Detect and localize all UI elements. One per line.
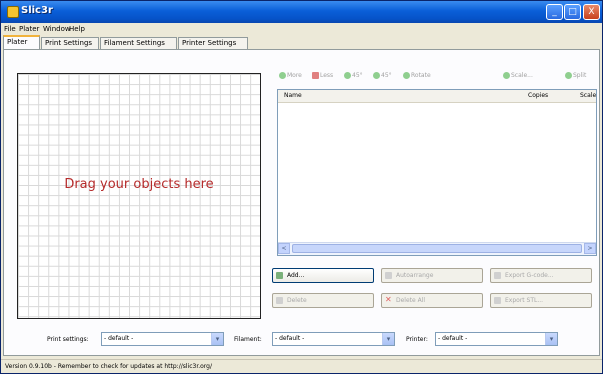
list-header: Name Copies Scale	[278, 90, 596, 103]
rotate-right-label: 45°	[381, 72, 392, 79]
filament-label: Filament:	[234, 336, 262, 343]
delete-all-button[interactable]: ✕ Delete All	[381, 293, 483, 308]
scale-label: Scale...	[511, 72, 533, 79]
export-gcode-label: Export G-code...	[505, 272, 554, 279]
menu-plater[interactable]: Plater	[19, 25, 39, 33]
export-gcode-icon	[494, 272, 501, 279]
less-label: Less	[320, 72, 334, 79]
status-text: Version 0.9.10b - Remember to check for …	[5, 363, 213, 370]
window-title: Slic3r	[21, 5, 53, 16]
printer-label: Printer:	[406, 336, 428, 343]
maximize-button[interactable]: □	[564, 4, 581, 20]
scale-button[interactable]: Scale...	[503, 69, 533, 82]
scrollbar-thumb[interactable]	[292, 244, 582, 253]
print-settings-value: - default -	[104, 335, 134, 342]
tab-print-settings[interactable]: Print Settings	[41, 37, 99, 49]
split-button[interactable]: Split	[565, 69, 586, 82]
tab-plater[interactable]: Plater	[3, 35, 40, 50]
plus-icon	[279, 72, 286, 79]
add-button[interactable]: Add...	[272, 268, 374, 283]
object-toolbar: More Less 45° 45° Rotate Scale... Split	[277, 69, 597, 83]
printer-value: - default -	[438, 335, 468, 342]
export-stl-button[interactable]: Export STL...	[490, 293, 592, 308]
printer-select[interactable]: - default - ▾	[435, 332, 558, 346]
autoarrange-button[interactable]: Autoarrange	[381, 268, 483, 283]
filament-select[interactable]: - default - ▾	[272, 332, 395, 346]
split-label: Split	[573, 72, 587, 79]
chevron-down-icon[interactable]: ▾	[382, 333, 394, 345]
rotate-right-button[interactable]: 45°	[373, 69, 392, 82]
add-icon	[276, 272, 283, 279]
more-button[interactable]: More	[279, 69, 302, 82]
delete-all-icon: ✕	[385, 295, 392, 304]
rotate-label: Rotate	[411, 72, 431, 79]
print-settings-label: Print settings:	[47, 336, 89, 343]
drag-objects-message: Drag your objects here	[64, 177, 214, 192]
autoarrange-icon	[385, 272, 392, 279]
delete-icon	[276, 297, 283, 304]
rotate-left-button[interactable]: 45°	[344, 69, 363, 82]
filament-value: - default -	[275, 335, 305, 342]
export-stl-label: Export STL...	[505, 297, 544, 304]
delete-button[interactable]: Delete	[272, 293, 374, 308]
rotate-left-label: 45°	[352, 72, 363, 79]
column-name[interactable]: Name	[284, 90, 302, 102]
column-scale[interactable]: Scale	[580, 90, 596, 102]
autoarrange-label: Autoarrange	[396, 272, 434, 279]
less-button[interactable]: Less	[312, 69, 333, 82]
scale-icon	[503, 72, 510, 79]
tab-printer-settings[interactable]: Printer Settings	[178, 37, 248, 49]
add-label: Add...	[287, 272, 305, 279]
delete-label: Delete	[287, 297, 307, 304]
minus-icon	[312, 72, 319, 79]
delete-all-label: Delete All	[396, 297, 426, 304]
menu-window[interactable]: Window	[43, 25, 71, 33]
print-settings-select[interactable]: - default - ▾	[101, 332, 224, 346]
menu-file[interactable]: File	[4, 25, 16, 33]
more-label: More	[287, 72, 302, 79]
close-button[interactable]: X	[583, 4, 600, 20]
horizontal-scrollbar[interactable]: < >	[278, 242, 596, 255]
menu-bar: File Plater Window Help	[1, 23, 602, 35]
scroll-right-icon[interactable]: >	[584, 243, 596, 254]
column-copies[interactable]: Copies	[528, 90, 548, 102]
export-stl-icon	[494, 297, 501, 304]
rotate-icon	[403, 72, 410, 79]
plater-canvas[interactable]: Drag your objects here	[17, 73, 261, 319]
scroll-left-icon[interactable]: <	[278, 243, 290, 254]
status-bar: Version 0.9.10b - Remember to check for …	[1, 359, 602, 374]
rotate-ccw-icon	[344, 72, 351, 79]
rotate-cw-icon	[373, 72, 380, 79]
export-gcode-button[interactable]: Export G-code...	[490, 268, 592, 283]
slic3r-app-icon	[7, 6, 19, 18]
minimize-button[interactable]: _	[546, 4, 563, 20]
menu-help[interactable]: Help	[69, 25, 85, 33]
chevron-down-icon[interactable]: ▾	[545, 333, 557, 345]
tab-bar: Plater Print Settings Filament Settings …	[1, 35, 602, 50]
rotate-button[interactable]: Rotate	[403, 69, 431, 82]
app-window: Slic3r _ □ X File Plater Window Help Pla…	[0, 0, 603, 374]
title-bar[interactable]: Slic3r _ □ X	[1, 1, 602, 23]
chevron-down-icon[interactable]: ▾	[211, 333, 223, 345]
split-icon	[565, 72, 572, 79]
tab-filament-settings[interactable]: Filament Settings	[100, 37, 177, 49]
object-list[interactable]: Name Copies Scale < >	[277, 89, 597, 256]
